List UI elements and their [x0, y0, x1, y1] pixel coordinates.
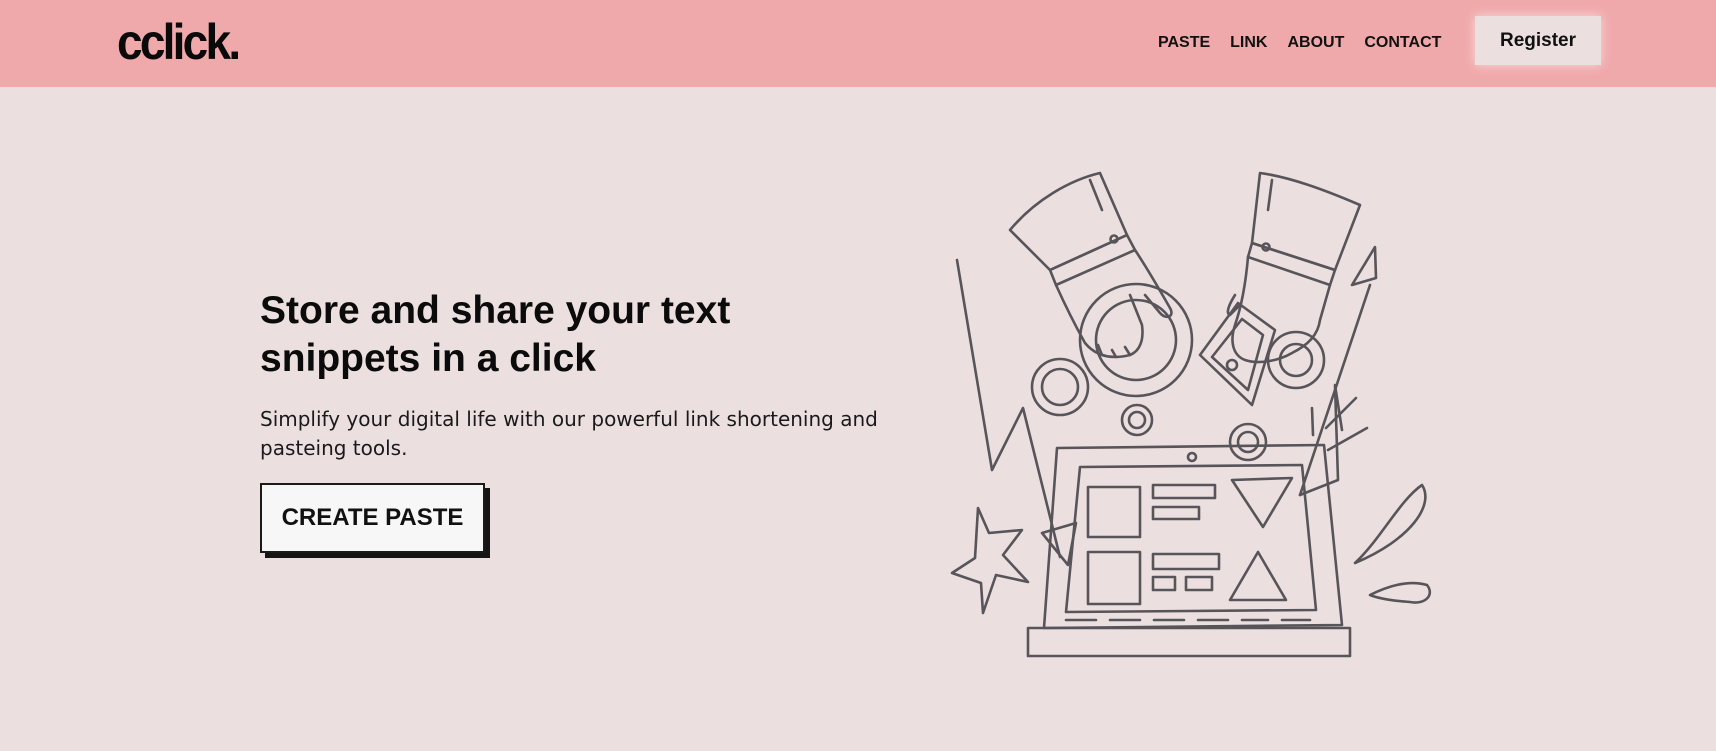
top-navbar: cclick. PASTE LINK ABOUT CONTACT Registe… [0, 0, 1716, 87]
main-nav: PASTE LINK ABOUT CONTACT [1158, 33, 1461, 53]
hero-illustration [930, 165, 1440, 665]
register-button[interactable]: Register [1475, 16, 1601, 65]
nav-link-contact[interactable]: CONTACT [1364, 33, 1441, 53]
hero-title: Store and share your text snippets in a … [260, 289, 731, 380]
laptop-hands-illustration [950, 171, 1432, 658]
nav-link-link[interactable]: LINK [1230, 33, 1267, 53]
logo[interactable]: cclick. [117, 13, 241, 71]
nav-link-paste[interactable]: PASTE [1158, 33, 1210, 53]
create-paste-button[interactable]: CREATE PASTE [260, 483, 485, 553]
hero-subtitle: Simplify your digital life with our powe… [260, 407, 878, 460]
nav-link-about[interactable]: ABOUT [1287, 33, 1344, 53]
